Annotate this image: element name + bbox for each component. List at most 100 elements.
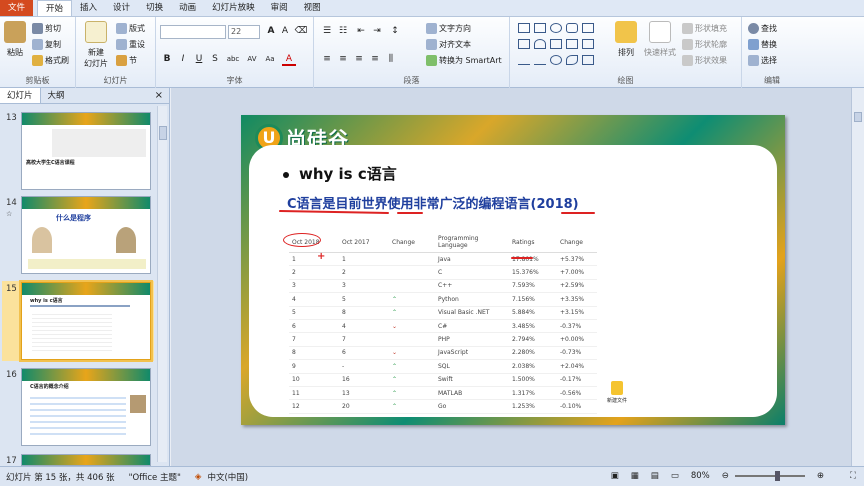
columns-icon[interactable]: ⫼ bbox=[384, 53, 398, 66]
layout-button[interactable]: 版式 bbox=[116, 23, 145, 34]
font-name-combo[interactable] bbox=[160, 25, 226, 39]
shrink-font-icon[interactable]: A bbox=[278, 25, 292, 38]
shape-outline-button[interactable]: 形状轮廓 bbox=[682, 39, 727, 50]
scroll-thumb[interactable] bbox=[854, 112, 862, 122]
numbering-icon[interactable]: ☷ bbox=[336, 25, 350, 38]
decrease-indent-icon[interactable]: ⇤ bbox=[354, 25, 368, 38]
column-header: Change bbox=[389, 235, 435, 253]
sorter-view-icon[interactable]: ▦ bbox=[631, 471, 639, 481]
fit-slide-icon[interactable]: ⛶ bbox=[850, 471, 856, 481]
align-left-icon[interactable]: ≡ bbox=[320, 53, 334, 66]
bold-button[interactable]: B bbox=[160, 53, 174, 66]
slide-thumbnail-17[interactable] bbox=[21, 454, 151, 466]
arrow-shape-icon[interactable] bbox=[582, 39, 594, 49]
slide-subtitle[interactable]: C语言是目前世界使用非常广泛的编程语言(2018) bbox=[287, 193, 579, 212]
text-direction-button[interactable]: 文字方向 bbox=[426, 23, 471, 34]
align-right-icon[interactable]: ≡ bbox=[352, 53, 366, 66]
grow-font-icon[interactable]: A bbox=[264, 25, 278, 38]
bullets-icon[interactable]: ☰ bbox=[320, 25, 334, 38]
star-icon: ☆ bbox=[6, 210, 13, 218]
triangle-shape-icon[interactable] bbox=[534, 39, 546, 49]
slide-title[interactable]: why is c语言 bbox=[283, 163, 397, 184]
tiobe-table: Oct 2018 Oct 2017 Change Programming Langua… bbox=[289, 235, 597, 414]
canvas-scrollbar[interactable] bbox=[851, 88, 864, 466]
tab-4[interactable]: 切换 bbox=[138, 0, 171, 16]
underline-button[interactable]: U bbox=[192, 53, 206, 66]
select-button[interactable]: 选择 bbox=[748, 55, 777, 66]
line-shape-icon[interactable] bbox=[518, 55, 530, 65]
tab-slides[interactable]: 幻灯片 bbox=[0, 88, 41, 103]
increase-indent-icon[interactable]: ⇥ bbox=[370, 25, 384, 38]
oval-shape-icon[interactable] bbox=[550, 23, 562, 33]
zoom-out-icon[interactable]: ⊖ bbox=[722, 471, 729, 481]
tab-0[interactable]: 文件 bbox=[0, 0, 34, 16]
textbox-shape-icon[interactable] bbox=[518, 23, 530, 33]
tab-8[interactable]: 视图 bbox=[296, 0, 329, 16]
normal-view-icon[interactable]: ▣ bbox=[611, 471, 619, 481]
shape-fill-button[interactable]: 形状填充 bbox=[682, 23, 727, 34]
reading-view-icon[interactable]: ▤ bbox=[651, 471, 659, 481]
slide-thumbnail-13[interactable]: 高校大学生C语言课程 bbox=[21, 112, 151, 190]
document-icon[interactable] bbox=[611, 381, 623, 395]
section-button[interactable]: 节 bbox=[116, 55, 137, 66]
arrange-button[interactable]: 排列 bbox=[614, 21, 638, 58]
reset-button[interactable]: 重设 bbox=[116, 39, 145, 50]
frame-shape-icon[interactable] bbox=[518, 39, 530, 49]
shape-effects-button[interactable]: 形状效果 bbox=[682, 55, 727, 66]
smartart-button[interactable]: 转换为 SmartArt bbox=[426, 55, 502, 66]
rectangle-shape-icon[interactable] bbox=[534, 23, 546, 33]
zoom-in-icon[interactable]: ⊕ bbox=[817, 471, 824, 481]
paste-button[interactable]: 粘贴 bbox=[4, 21, 26, 58]
zoom-level[interactable]: 80% bbox=[691, 471, 710, 481]
tab-7[interactable]: 审阅 bbox=[263, 0, 296, 16]
font-color-button[interactable]: A bbox=[282, 53, 296, 66]
align-center-icon[interactable]: ≡ bbox=[336, 53, 350, 66]
quick-styles-button[interactable]: 快速样式 bbox=[644, 21, 676, 58]
line-spacing-icon[interactable]: ↕ bbox=[388, 25, 402, 38]
replace-button[interactable]: 替换 bbox=[748, 39, 777, 50]
justify-icon[interactable]: ≡ bbox=[368, 53, 382, 66]
spellcheck-icon[interactable]: ◈ bbox=[195, 472, 202, 482]
connector-shape-icon[interactable] bbox=[566, 39, 578, 49]
panel-scrollbar[interactable] bbox=[157, 106, 167, 462]
slide-thumbnail-16[interactable]: C语言的概念介绍 bbox=[21, 368, 151, 446]
table-cell: C++ bbox=[435, 279, 509, 294]
cut-button[interactable]: 剪切 bbox=[32, 23, 61, 34]
char-spacing-button[interactable]: AV bbox=[244, 53, 260, 66]
align-text-button[interactable]: 对齐文本 bbox=[426, 39, 471, 50]
tab-outline[interactable]: 大纲 bbox=[41, 88, 72, 103]
strike-button[interactable]: S bbox=[208, 53, 222, 66]
scroll-thumb[interactable] bbox=[159, 126, 167, 140]
tab-5[interactable]: 动画 bbox=[171, 0, 204, 16]
freeform-shape-icon[interactable] bbox=[566, 55, 578, 65]
slide-thumbnail-15[interactable]: why is c语言 bbox=[19, 280, 153, 362]
change-case-button[interactable]: Aa bbox=[262, 53, 278, 66]
tab-1[interactable]: 开始 bbox=[37, 0, 73, 16]
format-painter-button[interactable]: 格式刷 bbox=[32, 55, 69, 66]
curve-shape-icon[interactable] bbox=[550, 55, 562, 65]
slide-thumbnail-14[interactable]: 什么是程序 bbox=[21, 196, 151, 274]
slideshow-view-icon[interactable]: ▭ bbox=[671, 471, 679, 481]
clear-format-icon[interactable]: ⌫ bbox=[294, 25, 308, 38]
font-size-combo[interactable]: 22 bbox=[228, 25, 260, 39]
rounded-rect-shape-icon[interactable] bbox=[566, 23, 578, 33]
language[interactable]: 中文(中国) bbox=[207, 471, 248, 483]
arrow-line-shape-icon[interactable] bbox=[534, 55, 546, 65]
find-button[interactable]: 查找 bbox=[748, 23, 777, 34]
tab-6[interactable]: 幻灯片放映 bbox=[204, 0, 263, 16]
zoom-slider[interactable] bbox=[734, 471, 805, 481]
star-shape-icon[interactable] bbox=[582, 55, 594, 65]
copy-button[interactable]: 复制 bbox=[32, 39, 61, 50]
current-slide[interactable]: U 尚硅谷 why is c语言 C语言是目前世界使用非常广泛的编程语言(201… bbox=[241, 115, 785, 425]
zoom-slider-knob[interactable] bbox=[774, 471, 780, 481]
tab-2[interactable]: 插入 bbox=[72, 0, 105, 16]
tab-3[interactable]: 设计 bbox=[105, 0, 138, 16]
shadow-button[interactable]: abc bbox=[224, 53, 242, 66]
rect-shape-icon[interactable] bbox=[582, 23, 594, 33]
table-cell: +3.35% bbox=[557, 292, 597, 307]
italic-button[interactable]: I bbox=[176, 53, 190, 66]
elbow-shape-icon[interactable] bbox=[550, 39, 562, 49]
new-slide-button[interactable]: 新建 幻灯片 bbox=[82, 21, 110, 69]
close-icon[interactable]: × bbox=[155, 90, 163, 101]
theme-name[interactable]: "Office 主题" bbox=[129, 471, 181, 483]
